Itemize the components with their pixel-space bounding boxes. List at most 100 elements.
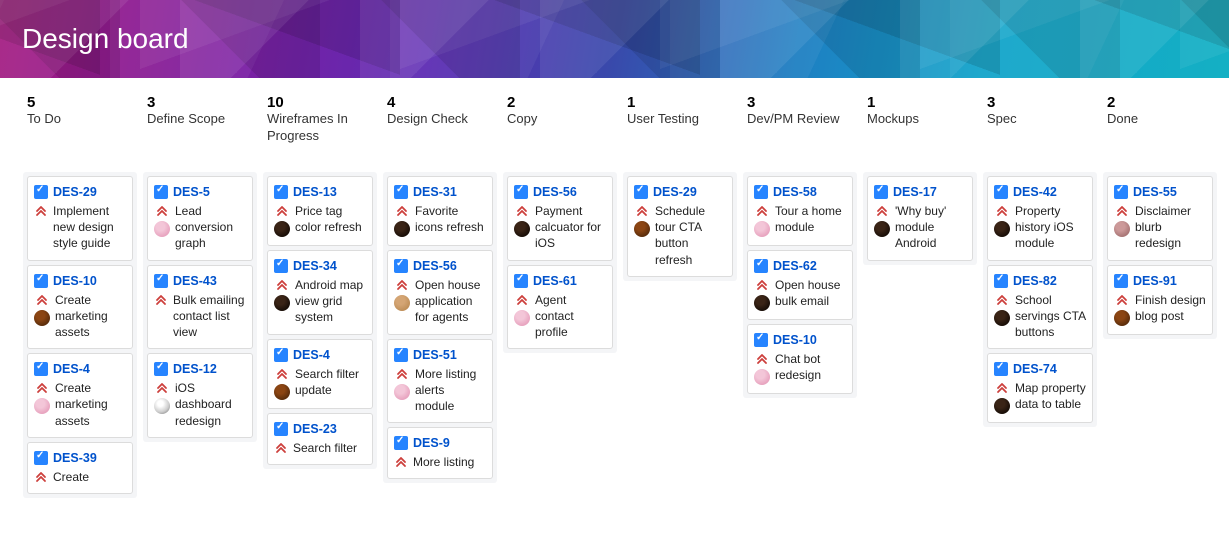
priority-highest-icon <box>396 368 408 380</box>
issue-key[interactable]: DES-39 <box>53 451 97 465</box>
priority-highest-icon <box>636 205 648 217</box>
issue-key[interactable]: DES-56 <box>533 185 577 199</box>
column-card-list[interactable]: DES-56 Payment calcuator for iOS DES-61 <box>503 172 617 353</box>
issue-key[interactable]: DES-91 <box>1133 274 1177 288</box>
card-body-row: iOS dashboard redesign <box>154 380 246 429</box>
issue-card[interactable]: DES-29 Schedule tour CTA button refresh <box>627 176 733 277</box>
issue-card[interactable]: DES-91 Finish design blog post <box>1107 265 1213 335</box>
priority-icon-wrap <box>1115 203 1129 217</box>
issue-card[interactable]: DES-5 Lead conversion graph <box>147 176 253 261</box>
priority-icon-wrap <box>875 203 889 217</box>
assignee-avatar <box>994 310 1010 326</box>
issue-card[interactable]: DES-23 Search filter <box>267 413 373 465</box>
issue-key[interactable]: DES-31 <box>413 185 457 199</box>
issue-key[interactable]: DES-51 <box>413 348 457 362</box>
issue-summary: Map property data to table <box>1015 380 1086 412</box>
issue-key[interactable]: DES-29 <box>53 185 97 199</box>
issue-card[interactable]: DES-61 Agent contact profile <box>507 265 613 350</box>
issue-card[interactable]: DES-10 Chat bot redesign <box>747 324 853 394</box>
issue-card[interactable]: DES-13 Price tag color refresh <box>267 176 373 246</box>
card-key-row: DES-23 <box>274 422 366 436</box>
issue-key[interactable]: DES-10 <box>773 333 817 347</box>
column-card-list[interactable]: DES-13 Price tag color refresh DES-34 <box>263 172 377 469</box>
card-icon-col <box>34 292 50 326</box>
board-column: 1Mockups DES-17 'Why buy' module Android <box>860 94 980 543</box>
board-column: 2Copy DES-56 Payment calcuator for iOS D… <box>500 94 620 543</box>
task-type-icon <box>154 274 168 288</box>
card-key-row: DES-29 <box>34 185 126 199</box>
issue-key[interactable]: DES-29 <box>653 185 697 199</box>
column-card-list[interactable]: DES-5 Lead conversion graph DES-43 <box>143 172 257 442</box>
board-title: Design board <box>22 23 189 55</box>
column-card-list[interactable]: DES-42 Property history iOS module DES-8… <box>983 172 1097 427</box>
column-card-list[interactable]: DES-29 Schedule tour CTA button refresh <box>623 172 737 281</box>
issue-summary: Tour a home module <box>775 203 846 235</box>
issue-card[interactable]: DES-17 'Why buy' module Android <box>867 176 973 261</box>
issue-key[interactable]: DES-55 <box>1133 185 1177 199</box>
priority-icon-wrap <box>515 203 529 217</box>
issue-card[interactable]: DES-9 More listing <box>387 427 493 479</box>
issue-key[interactable]: DES-61 <box>533 274 577 288</box>
issue-card[interactable]: DES-62 Open house bulk email <box>747 250 853 320</box>
issue-key[interactable]: DES-13 <box>293 185 337 199</box>
issue-key[interactable]: DES-9 <box>413 436 450 450</box>
issue-card[interactable]: DES-4 Search filter update <box>267 339 373 409</box>
issue-card[interactable]: DES-31 Favorite icons refresh <box>387 176 493 246</box>
issue-summary: 'Why buy' module Android <box>895 203 966 252</box>
issue-key[interactable]: DES-10 <box>53 274 97 288</box>
column-header: 1User Testing <box>623 94 737 148</box>
issue-key[interactable]: DES-12 <box>173 362 217 376</box>
column-card-list[interactable]: DES-17 'Why buy' module Android <box>863 172 977 265</box>
task-type-icon <box>994 274 1008 288</box>
column-count: 4 <box>387 94 493 111</box>
card-key-row: DES-91 <box>1114 274 1206 288</box>
issue-key[interactable]: DES-42 <box>1013 185 1057 199</box>
task-type-icon <box>34 451 48 465</box>
issue-card[interactable]: DES-29 Implement new design style guide <box>27 176 133 261</box>
issue-card[interactable]: DES-42 Property history iOS module <box>987 176 1093 261</box>
issue-card[interactable]: DES-4 Create marketing assets <box>27 353 133 438</box>
issue-key[interactable]: DES-23 <box>293 422 337 436</box>
issue-card[interactable]: DES-56 Open house application for agents <box>387 250 493 335</box>
card-key-row: DES-42 <box>994 185 1086 199</box>
issue-key[interactable]: DES-34 <box>293 259 337 273</box>
issue-key[interactable]: DES-4 <box>293 348 330 362</box>
issue-card[interactable]: DES-39 Create <box>27 442 133 494</box>
issue-key[interactable]: DES-58 <box>773 185 817 199</box>
assignee-avatar <box>154 398 170 414</box>
card-body-row: More listing alerts module <box>394 366 486 415</box>
issue-card[interactable]: DES-10 Create marketing assets <box>27 265 133 350</box>
board-column: 5To Do DES-29 Implement new design style… <box>20 94 140 543</box>
issue-card[interactable]: DES-12 iOS dashboard redesign <box>147 353 253 438</box>
issue-card[interactable]: DES-56 Payment calcuator for iOS <box>507 176 613 261</box>
card-key-row: DES-10 <box>754 333 846 347</box>
issue-key[interactable]: DES-82 <box>1013 274 1057 288</box>
issue-key[interactable]: DES-56 <box>413 259 457 273</box>
issue-card[interactable]: DES-58 Tour a home module <box>747 176 853 246</box>
card-key-row: DES-4 <box>274 348 366 362</box>
issue-key[interactable]: DES-43 <box>173 274 217 288</box>
issue-key[interactable]: DES-4 <box>53 362 90 376</box>
column-name: Spec <box>987 111 1093 128</box>
issue-card[interactable]: DES-34 Android map view grid system <box>267 250 373 335</box>
column-card-list[interactable]: DES-58 Tour a home module DES-62 <box>743 172 857 398</box>
column-card-list[interactable]: DES-29 Implement new design style guide … <box>23 172 137 498</box>
issue-card[interactable]: DES-82 School servings CTA buttons <box>987 265 1093 350</box>
issue-card[interactable]: DES-74 Map property data to table <box>987 353 1093 423</box>
column-card-list[interactable]: DES-55 Disclaimer blurb redesign DES-91 <box>1103 172 1217 339</box>
card-body-row: Map property data to table <box>994 380 1086 414</box>
priority-icon-wrap <box>755 351 769 365</box>
priority-highest-icon <box>1116 205 1128 217</box>
issue-card[interactable]: DES-51 More listing alerts module <box>387 339 493 424</box>
issue-key[interactable]: DES-74 <box>1013 362 1057 376</box>
issue-key[interactable]: DES-17 <box>893 185 937 199</box>
column-name: To Do <box>27 111 133 128</box>
issue-card[interactable]: DES-43 Bulk emailing contact list view <box>147 265 253 350</box>
issue-card[interactable]: DES-55 Disclaimer blurb redesign <box>1107 176 1213 261</box>
card-key-row: DES-12 <box>154 362 246 376</box>
issue-key[interactable]: DES-62 <box>773 259 817 273</box>
column-header: 5To Do <box>23 94 137 148</box>
column-header: 1Mockups <box>863 94 977 148</box>
column-card-list[interactable]: DES-31 Favorite icons refresh DES-56 <box>383 172 497 483</box>
issue-key[interactable]: DES-5 <box>173 185 210 199</box>
